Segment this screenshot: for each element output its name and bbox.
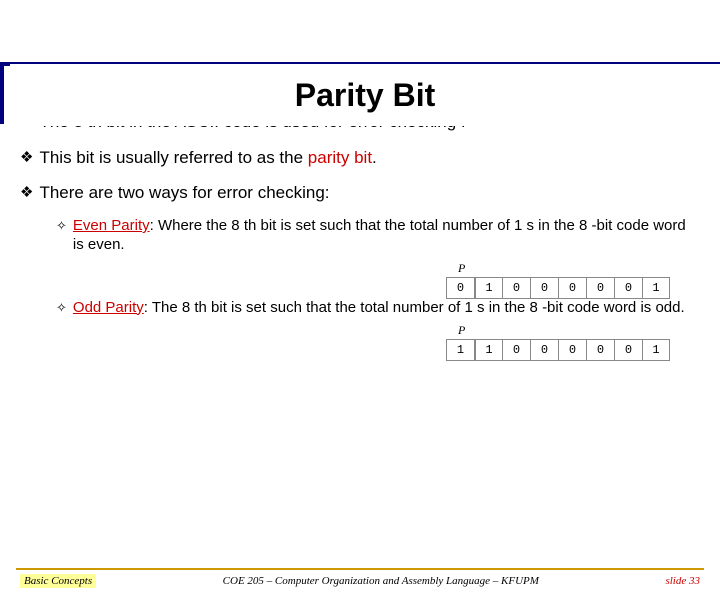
diamond-outline-icon: ✧ bbox=[56, 300, 67, 316]
bit-cell: 1 bbox=[446, 340, 474, 360]
bit-cell: 0 bbox=[614, 278, 642, 298]
bullet-item: ❖ This bit is usually referred to as the… bbox=[20, 147, 700, 168]
diamond-bullet-icon: ❖ bbox=[20, 149, 33, 168]
odd-parity-diagram: P 1 1 0 0 0 0 0 1 bbox=[446, 323, 670, 361]
sub-bullet-text: Even Parity: Where the 8 th bit is set s… bbox=[73, 217, 700, 255]
odd-parity-label: Odd Parity bbox=[73, 299, 144, 316]
slide-title: Parity Bit bbox=[10, 64, 720, 126]
sub-bullet-item: ✧ Odd Parity: The 8 th bit is set such t… bbox=[56, 299, 700, 318]
sub-bullet-item: ✧ Even Parity: Where the 8 th bit is set… bbox=[56, 217, 700, 255]
bit-cell: 0 bbox=[502, 278, 530, 298]
text-fragment: : Where the 8 th bit is set such that th… bbox=[73, 217, 686, 253]
sub-bullet-text: Odd Parity: The 8 th bit is set such tha… bbox=[73, 299, 700, 318]
diamond-bullet-icon: ❖ bbox=[20, 184, 33, 203]
bit-cell: 1 bbox=[642, 278, 670, 298]
bit-cell: 0 bbox=[614, 340, 642, 360]
bit-cell: 0 bbox=[558, 278, 586, 298]
bit-cell: 0 bbox=[502, 340, 530, 360]
bit-cell: 0 bbox=[530, 278, 558, 298]
bit-table: 0 1 0 0 0 0 0 1 bbox=[446, 277, 670, 299]
bit-diagram-wrap: P 1 1 0 0 0 0 0 1 bbox=[20, 323, 700, 361]
footer-left: Basic Concepts bbox=[20, 574, 96, 588]
even-parity-diagram: P 0 1 0 0 0 0 0 1 bbox=[446, 261, 670, 299]
bit-cell: 1 bbox=[642, 340, 670, 360]
bit-cell: 0 bbox=[558, 340, 586, 360]
text-fragment: : The 8 th bit is set such that the tota… bbox=[144, 299, 685, 316]
even-parity-label: Even Parity bbox=[73, 217, 150, 234]
bullet-item: ❖ There are two ways for error checking: bbox=[20, 182, 700, 203]
bit-cell: 1 bbox=[474, 278, 502, 298]
footer-center: COE 205 – Computer Organization and Asse… bbox=[223, 575, 539, 587]
footer-slide-number: slide 33 bbox=[665, 575, 700, 587]
text-fragment: . bbox=[372, 148, 377, 167]
footer-divider bbox=[16, 568, 704, 570]
bit-diagram-wrap: P 0 1 0 0 0 0 0 1 bbox=[20, 261, 700, 299]
parity-column-label: P bbox=[458, 261, 670, 276]
bit-cell: 0 bbox=[446, 278, 474, 298]
text-fragment: This bit is usually referred to as the bbox=[39, 148, 307, 167]
parity-column-label: P bbox=[458, 323, 670, 338]
title-bar: Parity Bit bbox=[0, 62, 720, 124]
bit-cell: 0 bbox=[586, 278, 614, 298]
title-inner: Parity Bit bbox=[4, 66, 720, 124]
bullet-text: There are two ways for error checking: bbox=[39, 182, 700, 203]
diamond-outline-icon: ✧ bbox=[56, 218, 67, 234]
bit-cell: 1 bbox=[474, 340, 502, 360]
bit-cell: 0 bbox=[586, 340, 614, 360]
bullet-text: This bit is usually referred to as the p… bbox=[39, 147, 700, 168]
parity-bit-red-text: parity bit bbox=[308, 148, 372, 167]
bit-table: 1 1 0 0 0 0 0 1 bbox=[446, 339, 670, 361]
bit-cell: 0 bbox=[530, 340, 558, 360]
slide-footer: Basic Concepts COE 205 – Computer Organi… bbox=[0, 574, 720, 588]
